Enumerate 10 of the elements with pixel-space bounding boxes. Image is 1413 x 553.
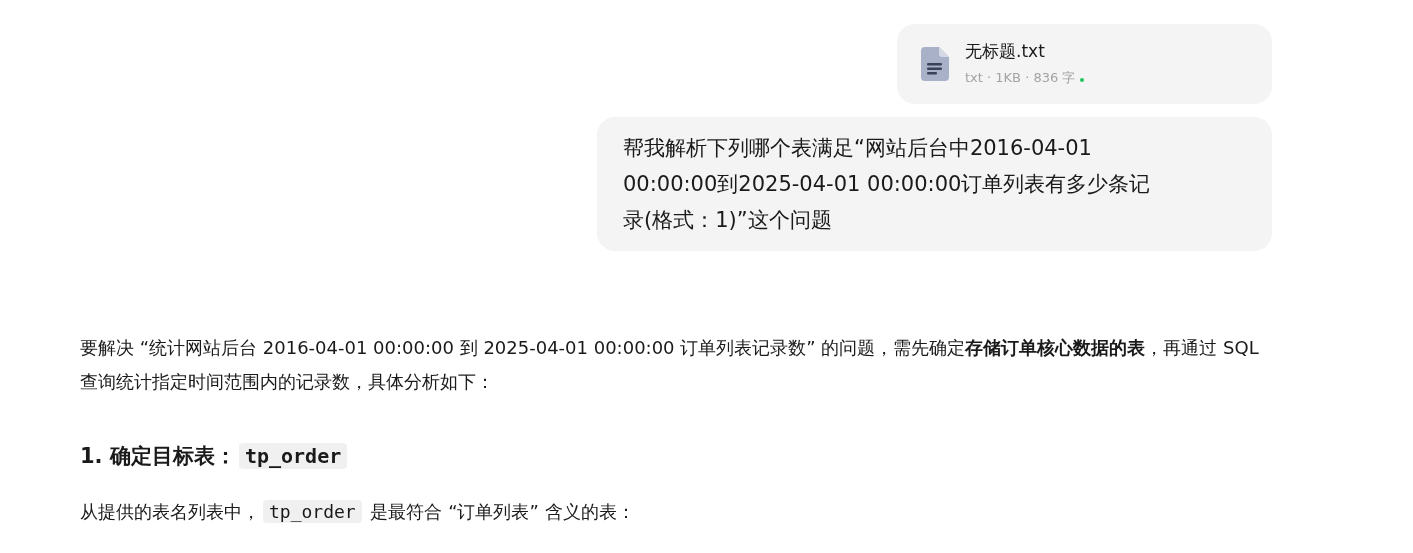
section-heading: 1. 确定目标表： tp_order (80, 439, 1275, 473)
file-name: 无标题.txt (965, 40, 1046, 63)
inline-code: tp_order (238, 443, 348, 469)
answer-paragraph: 要解决 “统计网站后台 2016-04-01 00:00:00 到 2025-04-01 00:00:00 订单列表记录数” 的问题，需先确定存储订单核心数据的表，再通过 SQL 查询统计指定时间范围内的记录数，具体分析如下： (80, 336, 1260, 394)
file-meta: txt · 1KB · 836 字 (965, 69, 1076, 88)
file-card[interactable]: 无标题.txt txt · 1KB · 836 字 (897, 24, 1272, 104)
document-icon (921, 47, 949, 81)
answer-paragraph: 从提供的表名列表中， tp_order 是最符合 “订单列表” 含义的表： (80, 499, 636, 525)
user-message: 帮我解析下列哪个表满足“网站后台中2016-04-01 00:00:00到2025-04-01 00:00:00订单列表有多少条记录(格式：1)”这个问题 (623, 135, 1152, 234)
inline-code: tp_order (263, 500, 362, 523)
